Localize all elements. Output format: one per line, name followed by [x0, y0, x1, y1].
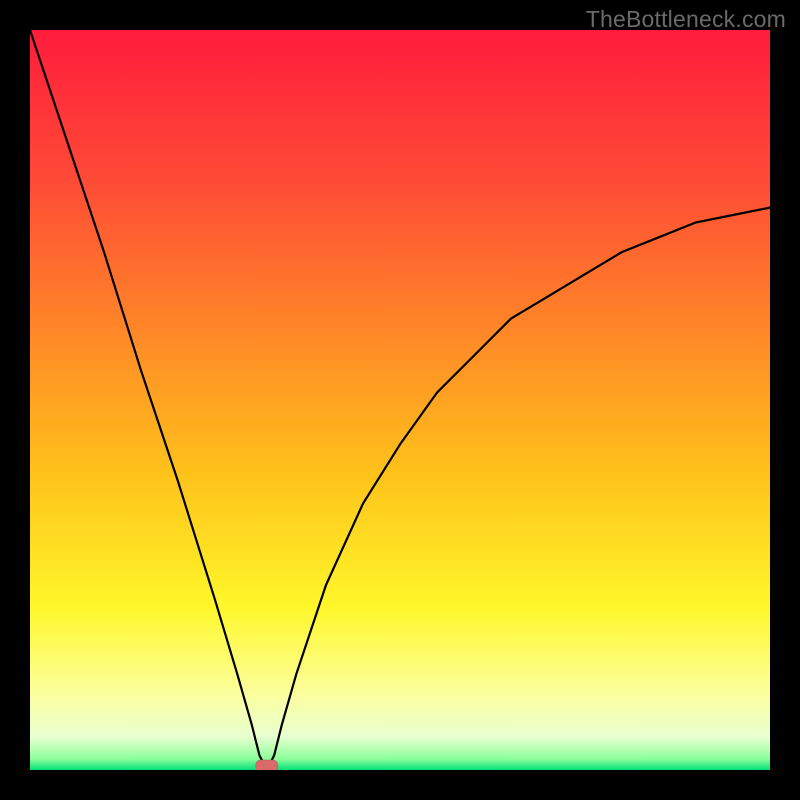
attribution-text: TheBottleneck.com [586, 6, 786, 33]
chart-frame: TheBottleneck.com [0, 0, 800, 800]
chart-svg [30, 30, 770, 770]
gradient-background [30, 30, 770, 770]
plot-area [30, 30, 770, 770]
optimum-marker [256, 760, 278, 770]
